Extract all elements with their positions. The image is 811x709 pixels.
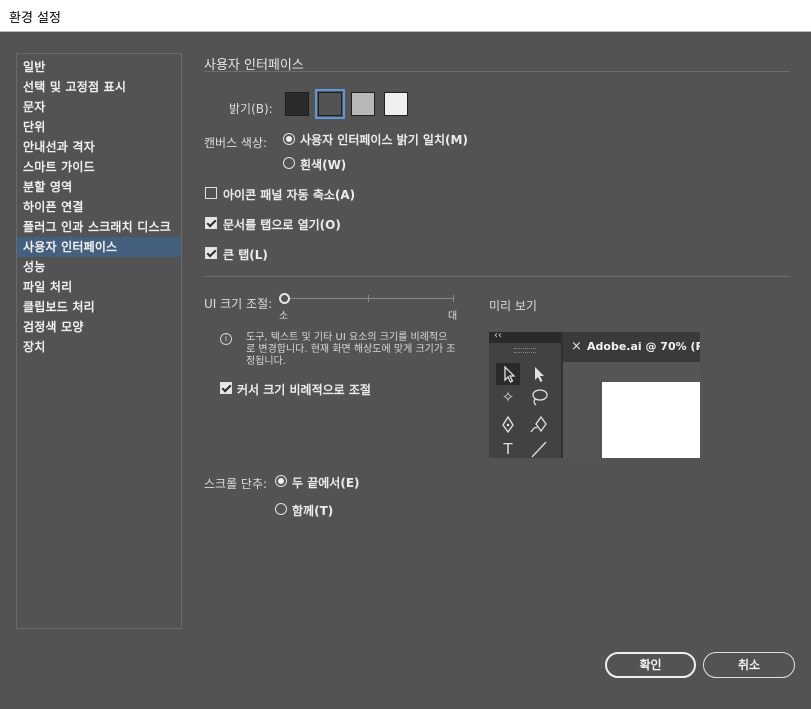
large-tabs-checkbox[interactable] [205, 247, 217, 259]
large-tabs-label[interactable]: 큰 탭(L) [223, 246, 268, 263]
ui-scale-track[interactable] [284, 298, 454, 299]
preview-document-title: Adobe.ai @ 70% (RGB/ [587, 340, 700, 353]
mid-divider [204, 276, 790, 277]
scroll-together-label[interactable]: 함께(T) [292, 502, 333, 519]
scroll-both-ends-radio[interactable] [275, 475, 287, 487]
category-list[interactable]: 일반 선택 및 고정점 표시 문자 단위 안내선과 격자 스마트 가이드 분할 … [16, 53, 182, 629]
canvas-white-label[interactable]: 흰색(W) [300, 156, 346, 173]
brightness-label: 밝기(B): [229, 102, 273, 116]
brightness-swatch-dark[interactable] [285, 92, 309, 116]
direct-selection-tool-icon [527, 363, 551, 385]
ui-preview: ‹‹ ✧ T × Adobe.ai @ 70% (RGB/ [489, 332, 700, 458]
sidebar-item-plugins[interactable]: 플러그 인과 스크래치 디스크 [17, 217, 181, 237]
ui-scale-tick-mid [368, 295, 369, 302]
preview-label: 미리 보기 [489, 299, 537, 313]
collapse-icon: ‹‹ [494, 332, 502, 341]
sidebar-item-hyphenation[interactable]: 하이픈 연결 [17, 197, 181, 217]
open-as-tabs-label[interactable]: 문서를 탭으로 열기(O) [223, 216, 341, 233]
ui-scale-min-label: 소 [279, 311, 289, 322]
section-divider [204, 71, 790, 72]
type-tool-icon: T [503, 440, 513, 458]
ui-scale-label: UI 크기 조절: [204, 297, 273, 311]
auto-collapse-checkbox[interactable] [205, 187, 217, 199]
canvas-match-label[interactable]: 사용자 인터페이스 밝기 일치(M) [300, 131, 468, 148]
brightness-swatch-medium-light[interactable] [351, 92, 375, 116]
preview-toolbar: ‹‹ ✧ T [489, 332, 561, 458]
sidebar-item-clipboard[interactable]: 클립보드 처리 [17, 297, 181, 317]
sidebar-item-file-handling[interactable]: 파일 처리 [17, 277, 181, 297]
canvas-color-label: 캔버스 색상: [204, 136, 268, 150]
cursor-scale-label[interactable]: 커서 크기 비례적으로 조절 [237, 381, 371, 398]
canvas-match-radio[interactable] [283, 133, 295, 145]
sidebar-item-selection[interactable]: 선택 및 고정점 표시 [17, 77, 181, 97]
open-as-tabs-checkbox[interactable] [205, 217, 217, 229]
ok-button[interactable]: 확인 [605, 652, 696, 678]
sidebar-item-type[interactable]: 문자 [17, 97, 181, 117]
sidebar-item-devices[interactable]: 장치 [17, 337, 181, 357]
sidebar-item-slices[interactable]: 분할 영역 [17, 177, 181, 197]
canvas-white-radio[interactable] [283, 157, 295, 169]
sidebar-item-units[interactable]: 단위 [17, 117, 181, 137]
brightness-swatch-light[interactable] [384, 92, 408, 116]
line-tool-icon [527, 438, 551, 458]
preview-artboard [602, 382, 700, 458]
grip-icon [514, 348, 536, 353]
magic-wand-icon: ✧ [501, 388, 515, 406]
sidebar-item-general[interactable]: 일반 [17, 57, 181, 77]
sidebar-item-smart-guides[interactable]: 스마트 가이드 [17, 157, 181, 177]
info-icon: i [220, 333, 232, 345]
preview-document-tab: × Adobe.ai @ 70% (RGB/ [563, 332, 700, 362]
brightness-swatch-medium-dark[interactable] [315, 89, 345, 119]
auto-collapse-label[interactable]: 아이콘 패널 자동 축소(A) [223, 186, 355, 203]
window-title: 환경 설정 [9, 11, 61, 26]
scroll-buttons-label: 스크롤 단추: [204, 477, 268, 491]
cancel-button[interactable]: 취소 [703, 652, 795, 678]
ui-scale-slider-thumb[interactable] [279, 293, 290, 304]
scroll-both-ends-label[interactable]: 두 끝에서(E) [292, 474, 360, 491]
title-bar: 환경 설정 [0, 0, 811, 32]
ui-scale-tick-max [453, 295, 454, 302]
close-icon: × [571, 339, 582, 354]
ui-scale-max-label: 대 [448, 311, 458, 322]
sidebar-item-performance[interactable]: 성능 [17, 257, 181, 277]
curvature-tool-icon [527, 414, 551, 436]
preview-toolbar-header: ‹‹ [489, 332, 561, 343]
sidebar-item-black-appearance[interactable]: 검정색 모양 [17, 317, 181, 337]
scroll-together-radio[interactable] [275, 503, 287, 515]
lasso-icon [527, 386, 551, 408]
pen-tool-icon [496, 414, 520, 436]
cursor-scale-checkbox[interactable] [220, 382, 232, 394]
sidebar-item-user-interface[interactable]: 사용자 인터페이스 [17, 237, 181, 257]
ui-scale-info-text: 도구, 텍스트 및 기타 UI 요소의 크기를 비례적으로 변경합니다. 현재 … [246, 332, 456, 367]
selection-tool-icon [496, 363, 520, 385]
sidebar-item-guides-grid[interactable]: 안내선과 격자 [17, 137, 181, 157]
